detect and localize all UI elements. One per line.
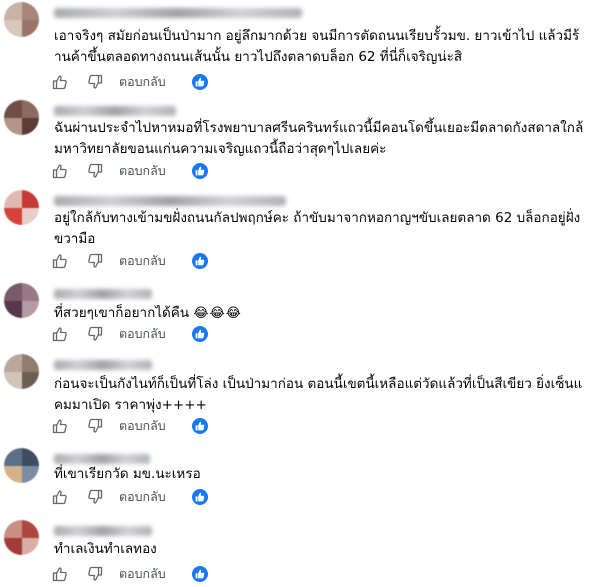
thumbs-down-icon[interactable] bbox=[87, 489, 103, 505]
comment-text: ที่เขาเรียกวัด มข.นะเหรอ bbox=[54, 466, 201, 482]
comment-actions: ตอบกลับ bbox=[52, 488, 208, 506]
comment-actions: ตอบกลับ bbox=[52, 73, 208, 91]
commenter-name-redacted[interactable] bbox=[54, 8, 302, 18]
avatar[interactable] bbox=[4, 100, 39, 135]
thumbs-up-icon[interactable] bbox=[52, 418, 68, 434]
commenter-name-redacted[interactable] bbox=[54, 289, 152, 299]
avatar[interactable] bbox=[4, 283, 39, 318]
avatar[interactable] bbox=[4, 354, 39, 389]
thumbs-down-icon[interactable] bbox=[87, 163, 103, 179]
comment-text: ทำเลเงินทำเลทอง bbox=[54, 541, 157, 557]
avatar[interactable] bbox=[4, 448, 39, 483]
commenter-name-redacted[interactable] bbox=[54, 106, 176, 116]
thumbs-up-icon[interactable] bbox=[52, 326, 68, 342]
comment-list: เอาจริงๆ สมัยก่อนเป็นป่ามาก อยู่ลึกมากด้… bbox=[0, 0, 600, 587]
comment-actions: ตอบกลับ bbox=[52, 417, 208, 435]
thumbs-up-icon[interactable] bbox=[52, 163, 68, 179]
thumbs-down-icon[interactable] bbox=[87, 418, 103, 434]
commenter-name-redacted[interactable] bbox=[54, 196, 286, 206]
avatar[interactable] bbox=[4, 520, 39, 555]
comment-text: เอาจริงๆ สมัยก่อนเป็นป่ามาก อยู่ลึกมากด้… bbox=[54, 28, 580, 65]
comment-text: ฉันผ่านประจำไปหาหมอที่โรงพยาบาลศรีนครินท… bbox=[54, 120, 584, 157]
comment-actions: ตอบกลับ bbox=[52, 162, 208, 180]
thumbs-up-icon[interactable] bbox=[52, 489, 68, 505]
like-reaction-icon[interactable] bbox=[191, 418, 208, 434]
reply-button[interactable]: ตอบกลับ bbox=[119, 251, 166, 271]
comment-text: ที่สวยๆเขาก็อยากได้คืน 😂😂😂 bbox=[54, 303, 584, 324]
comment-text: ก่อนจะเป็นกังไนท์ก็เป็นที่โล่ง เป็นป่ามา… bbox=[54, 376, 583, 413]
commenter-name-redacted[interactable] bbox=[54, 454, 150, 464]
laughing-emoji: 😂😂😂 bbox=[193, 306, 242, 321]
thumbs-up-icon[interactable] bbox=[52, 74, 68, 90]
thumbs-down-icon[interactable] bbox=[87, 253, 103, 269]
thumbs-up-icon[interactable] bbox=[52, 253, 68, 269]
thumbs-up-icon[interactable] bbox=[52, 566, 68, 582]
like-reaction-icon[interactable] bbox=[191, 253, 208, 269]
like-reaction-icon[interactable] bbox=[191, 163, 208, 179]
reply-button[interactable]: ตอบกลับ bbox=[119, 72, 166, 92]
reply-button[interactable]: ตอบกลับ bbox=[119, 416, 166, 436]
like-reaction-icon[interactable] bbox=[191, 74, 208, 90]
thumbs-down-icon[interactable] bbox=[87, 326, 103, 342]
like-reaction-icon[interactable] bbox=[191, 489, 208, 505]
comment-actions: ตอบกลับ bbox=[52, 565, 208, 583]
reply-button[interactable]: ตอบกลับ bbox=[119, 487, 166, 507]
comment-text: อยู่ใกล้กับทางเข้ามขฝั่งถนนกัลปพฤกษ์คะ ถ… bbox=[54, 210, 581, 247]
avatar[interactable] bbox=[4, 2, 39, 37]
reply-button[interactable]: ตอบกลับ bbox=[119, 324, 166, 344]
reply-button[interactable]: ตอบกลับ bbox=[119, 564, 166, 584]
commenter-name-redacted[interactable] bbox=[54, 360, 152, 370]
comment-text-body: ที่สวยๆเขาก็อยากได้คืน bbox=[54, 305, 190, 321]
like-reaction-icon[interactable] bbox=[191, 326, 208, 342]
comment-actions: ตอบกลับ bbox=[52, 325, 208, 343]
avatar[interactable] bbox=[4, 190, 39, 225]
reply-button[interactable]: ตอบกลับ bbox=[119, 161, 166, 181]
comment-actions: ตอบกลับ bbox=[52, 252, 208, 270]
thumbs-down-icon[interactable] bbox=[87, 566, 103, 582]
like-reaction-icon[interactable] bbox=[191, 566, 208, 582]
commenter-name-redacted[interactable] bbox=[54, 526, 152, 536]
thumbs-down-icon[interactable] bbox=[87, 74, 103, 90]
